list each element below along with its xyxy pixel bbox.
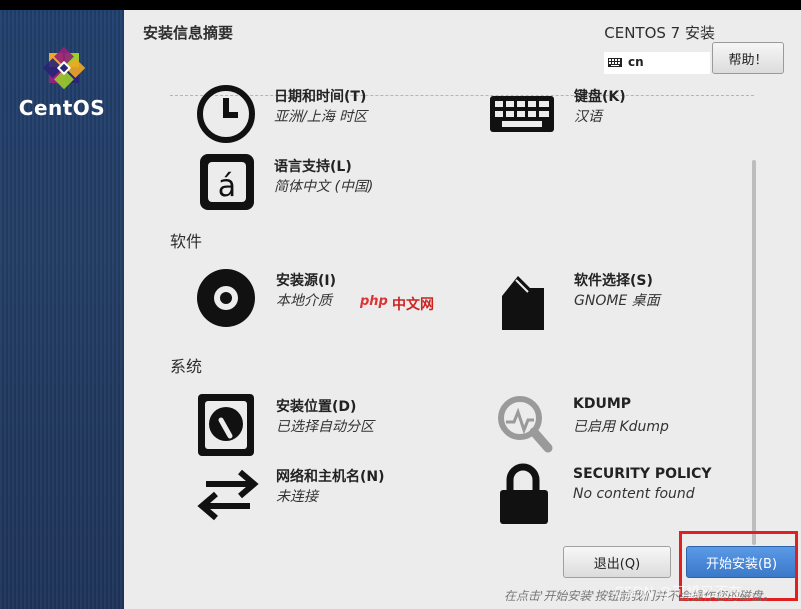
php-cn-watermark: 中文网 (392, 297, 434, 313)
destination-title: 安装位置(D) (276, 399, 357, 415)
language-icon: á (200, 154, 254, 210)
product-title: CENTOS 7 安装 (604, 24, 715, 42)
kdump-status: 已启用 Kdump (573, 419, 669, 435)
spoke-datetime[interactable]: 日期和时间(T) 亚洲/上海 时区 (194, 82, 444, 146)
keyboard-status: 汉语 (574, 109, 602, 125)
csdn-watermark: CSDN @可惜已不在 (614, 585, 743, 601)
spoke-security-policy[interactable]: SECURITY POLICY No content found (494, 462, 744, 526)
kdump-title: KDUMP (573, 396, 632, 412)
network-status: 未连接 (276, 489, 318, 505)
help-button[interactable]: 帮助！ (712, 42, 784, 74)
quit-button[interactable]: 退出(Q) (563, 546, 671, 578)
source-status: 本地介质 (276, 293, 332, 309)
sidebar: CentOS (0, 10, 124, 609)
svg-text:á: á (218, 169, 236, 204)
software-selection-status: GNOME 桌面 (574, 293, 660, 309)
software-heading: 软件 (170, 232, 203, 251)
centos-logo-icon (42, 46, 86, 90)
software-selection-title: 软件选择(S) (574, 273, 653, 289)
kdump-search-icon (498, 396, 553, 453)
php-watermark: php (360, 294, 388, 309)
keyboard-title: 键盘(K) (574, 89, 626, 105)
brand-name: CentOS (18, 96, 106, 120)
keyboard-icon (608, 58, 622, 67)
page-title: 安装信息摘要 (143, 24, 234, 42)
hard-drive-icon (198, 394, 254, 456)
installer-window: CentOS 安装信息摘要 CENTOS 7 安装 cn 帮助！ 日期和时间(T… (0, 10, 801, 609)
datetime-title: 日期和时间(T) (274, 89, 367, 105)
package-icon (502, 276, 544, 330)
scrollbar[interactable] (752, 160, 756, 545)
language-title: 语言支持(L) (274, 159, 352, 175)
spoke-keyboard[interactable]: 键盘(K) 汉语 (490, 82, 740, 146)
security-title: SECURITY POLICY (573, 466, 712, 482)
lock-icon (500, 463, 548, 524)
disc-icon (197, 269, 255, 327)
spoke-installation-destination[interactable]: 安装位置(D) 已选择自动分区 (196, 392, 446, 456)
keyboard-icon (490, 96, 554, 132)
main-panel: 安装信息摘要 CENTOS 7 安装 cn 帮助！ 日期和时间(T) 亚洲/上海… (124, 10, 801, 609)
network-title: 网络和主机名(N) (276, 469, 385, 485)
keyboard-layout-indicator[interactable]: cn (604, 52, 710, 74)
datetime-status: 亚洲/上海 时区 (274, 109, 368, 125)
destination-status: 已选择自动分区 (276, 419, 374, 435)
security-status: No content found (573, 486, 695, 502)
network-arrows-icon (197, 469, 259, 521)
system-heading: 系统 (170, 357, 203, 376)
spoke-language[interactable]: á 语言支持(L) 简体中文 (中国) (196, 152, 446, 216)
source-title: 安装源(I) (276, 273, 337, 289)
spoke-network[interactable]: 网络和主机名(N) 未连接 (196, 462, 446, 526)
keyboard-layout-label: cn (628, 55, 644, 69)
language-status: 简体中文 (中国) (274, 179, 374, 195)
spoke-kdump[interactable]: KDUMP 已启用 Kdump (494, 392, 744, 456)
clock-icon (197, 85, 255, 143)
spoke-software-selection[interactable]: 软件选择(S) GNOME 桌面 (494, 266, 744, 330)
